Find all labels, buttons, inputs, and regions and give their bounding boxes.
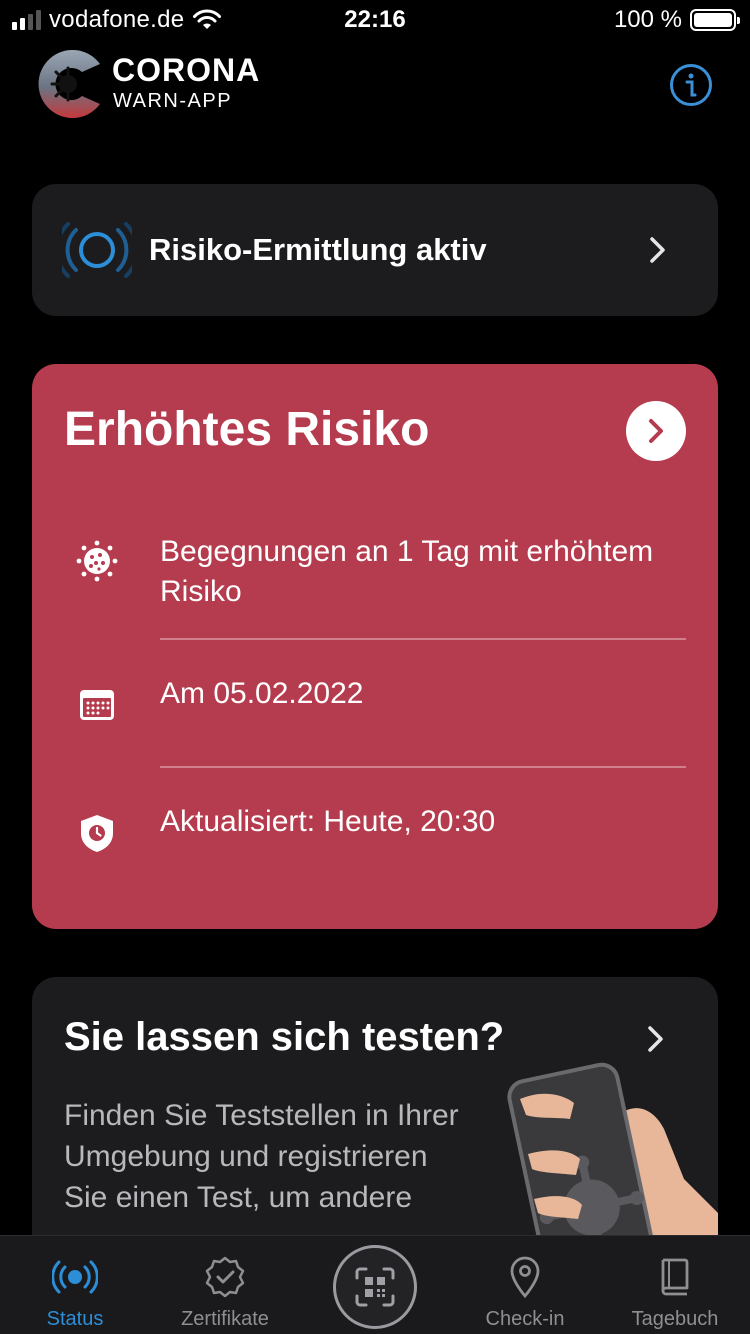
corona-logo-icon xyxy=(38,50,100,118)
risk-card[interactable]: Erhöhtes Risiko Begegnungen an 1 Tag mit… xyxy=(32,364,718,929)
calendar-icon xyxy=(80,690,114,720)
tab-label: Zertifikate xyxy=(181,1308,269,1330)
tab-label: Status xyxy=(46,1308,104,1330)
tab-check-in[interactable]: Check-in xyxy=(450,1236,600,1334)
tab-zertifikate[interactable]: Zertifikate xyxy=(150,1236,300,1334)
risk-tracing-card[interactable]: Risiko-Ermittlung aktiv xyxy=(32,184,718,316)
battery-percentage: 100 % xyxy=(613,6,682,33)
location-pin-icon xyxy=(510,1256,540,1299)
info-icon[interactable] xyxy=(669,63,713,107)
divider xyxy=(160,638,686,640)
tracing-waves-icon xyxy=(62,222,132,278)
battery-icon xyxy=(690,9,740,31)
virus-icon xyxy=(76,540,118,582)
risk-title: Erhöhtes Risiko xyxy=(64,403,430,456)
tracing-label: Risiko-Ermittlung aktiv xyxy=(149,232,487,267)
test-title: Sie lassen sich testen? xyxy=(64,1015,505,1059)
status-bar: vodafone.de 22:16 100 % xyxy=(0,0,750,40)
tab-status[interactable]: Status xyxy=(0,1236,150,1334)
book-icon xyxy=(661,1258,689,1296)
qr-scan-icon xyxy=(355,1267,395,1307)
risk-encounters-text: Begegnungen an 1 Tag mit erhöhtem Risiko xyxy=(160,535,654,608)
chevron-right-icon xyxy=(649,419,663,443)
chevron-right-icon xyxy=(648,1026,663,1052)
divider xyxy=(160,766,686,768)
qr-scan-button[interactable] xyxy=(333,1245,417,1329)
risk-updated-text: Aktualisiert: Heute, 20:30 xyxy=(160,805,496,838)
risk-date-text: Am 05.02.2022 xyxy=(160,677,364,710)
tab-label: Check-in xyxy=(485,1308,565,1330)
brand-title: CORONA xyxy=(112,52,261,88)
risk-detail-button[interactable] xyxy=(626,401,686,461)
certificate-icon xyxy=(205,1256,245,1298)
brand-subtitle: WARN-APP xyxy=(113,90,233,112)
test-description: Finden Sie Teststellen in Ihrer Umgebung… xyxy=(64,1099,459,1214)
tab-label: Tagebuch xyxy=(631,1308,719,1330)
shield-clock-icon xyxy=(81,815,113,852)
tab-tagebuch[interactable]: Tagebuch xyxy=(600,1236,750,1334)
chevron-right-icon xyxy=(650,237,665,263)
status-bar-right: 100 % xyxy=(613,6,740,34)
status-waves-icon xyxy=(52,1260,98,1294)
